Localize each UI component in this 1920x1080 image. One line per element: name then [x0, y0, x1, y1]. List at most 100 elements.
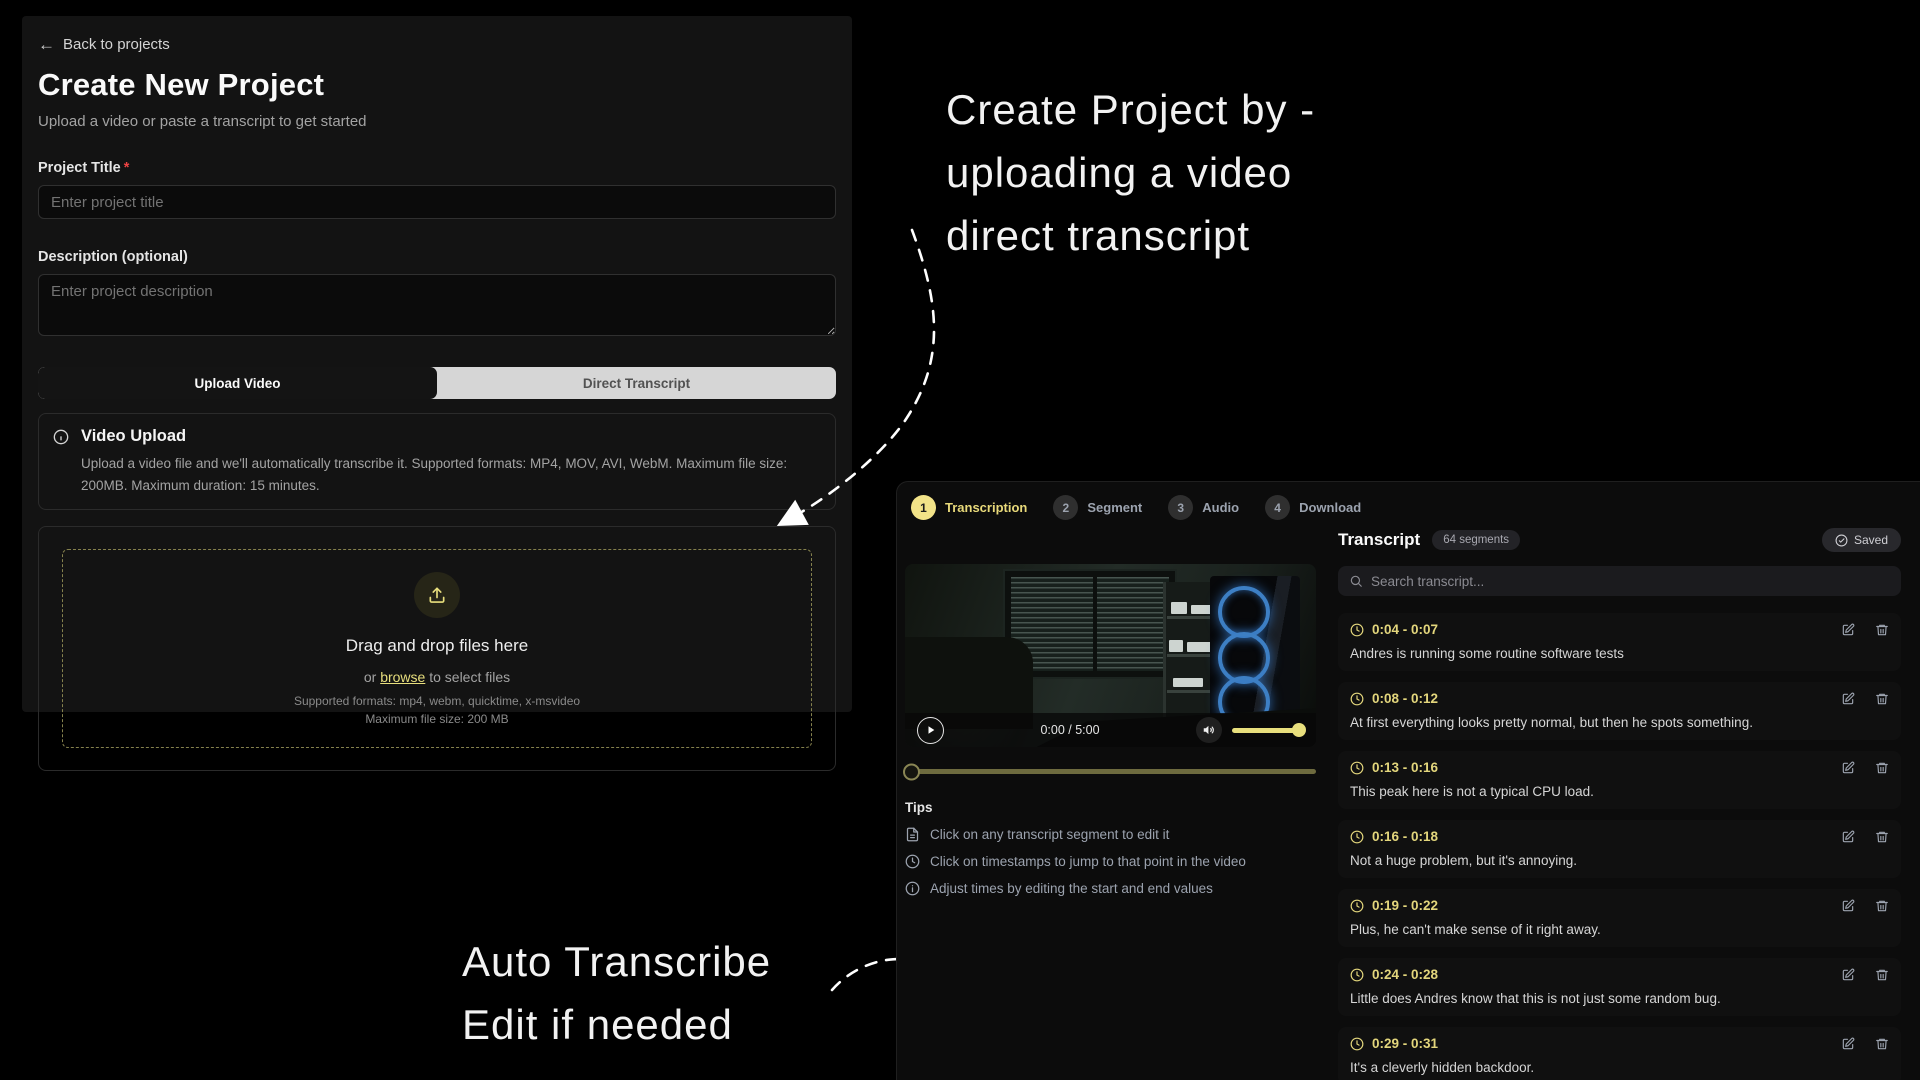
step-transcription[interactable]: 1 Transcription — [911, 495, 1027, 520]
delete-segment-button[interactable] — [1875, 830, 1889, 844]
segment-text: This peak here is not a typical CPU load… — [1350, 784, 1889, 799]
segments-count-badge: 64 segments — [1432, 530, 1520, 550]
dropzone-browse-line: or browse to select files — [364, 669, 510, 685]
time-display: 0:00 / 5:00 — [944, 723, 1196, 737]
dropzone-formats: Supported formats: mp4, webm, quicktime,… — [294, 694, 580, 708]
file-dropzone[interactable]: Drag and drop files here or browse to se… — [62, 549, 812, 748]
edit-segment-button[interactable] — [1841, 1037, 1855, 1051]
video-controls: 0:00 / 5:00 — [905, 713, 1316, 747]
edit-segment-button[interactable] — [1841, 761, 1855, 775]
tip-adjust-times: Adjust times by editing the start and en… — [905, 881, 1316, 896]
edit-segment-button[interactable] — [1841, 830, 1855, 844]
back-to-projects-link[interactable]: ← Back to projects — [38, 36, 836, 53]
segment-timestamp[interactable]: 0:08 - 0:12 — [1372, 691, 1438, 706]
required-asterisk: * — [124, 160, 130, 176]
delete-segment-button[interactable] — [1875, 1037, 1889, 1051]
delete-segment-button[interactable] — [1875, 761, 1889, 775]
delete-segment-button[interactable] — [1875, 623, 1889, 637]
delete-segment-button[interactable] — [1875, 968, 1889, 982]
tips-section: Tips Click on any transcript segment to … — [905, 800, 1316, 896]
transcript-segment[interactable]: 0:16 - 0:18 Not a huge problem, but it's… — [1338, 820, 1901, 878]
annotation-auto-transcribe: Auto Transcribe Edit if needed — [462, 930, 771, 1056]
saved-status-badge: Saved — [1822, 528, 1901, 552]
edit-segment-button[interactable] — [1841, 968, 1855, 982]
segment-text: Not a huge problem, but it's annoying. — [1350, 853, 1889, 868]
clock-icon — [1350, 899, 1364, 913]
video-upload-title: Video Upload — [81, 427, 821, 446]
volume-slider[interactable] — [1232, 728, 1304, 733]
clock-icon — [1350, 830, 1364, 844]
back-label: Back to projects — [63, 36, 170, 53]
step-download[interactable]: 4 Download — [1265, 495, 1361, 520]
seek-knob[interactable] — [903, 763, 920, 780]
delete-segment-button[interactable] — [1875, 899, 1889, 913]
upload-icon — [414, 572, 460, 618]
clock-icon — [1350, 623, 1364, 637]
play-button[interactable] — [917, 717, 944, 744]
tips-title: Tips — [905, 800, 1316, 815]
transcript-title: Transcript — [1338, 530, 1420, 550]
segment-timestamp[interactable]: 0:16 - 0:18 — [1372, 829, 1438, 844]
tab-direct-transcript[interactable]: Direct Transcript — [437, 367, 836, 399]
annotation-create-project: Create Project by - uploading a video di… — [946, 78, 1315, 267]
transcript-column: Transcript 64 segments Saved 0:04 - 0:07 — [1338, 528, 1901, 1080]
video-upload-info: Video Upload Upload a video file and we'… — [38, 413, 836, 510]
info-icon — [905, 881, 920, 896]
clock-icon — [1350, 692, 1364, 706]
segment-timestamp[interactable]: 0:29 - 0:31 — [1372, 1036, 1438, 1051]
transcript-search — [1338, 566, 1901, 596]
tip-jump-timestamp: Click on timestamps to jump to that poin… — [905, 854, 1316, 869]
workflow-steps: 1 Transcription 2 Segment 3 Audio 4 Down… — [911, 495, 1361, 520]
check-circle-icon — [1835, 534, 1848, 547]
segment-text: It's a cleverly hidden backdoor. — [1350, 1060, 1889, 1075]
clock-icon — [1350, 1037, 1364, 1051]
video-upload-description: Upload a video file and we'll automatica… — [81, 453, 821, 496]
project-title-input[interactable] — [38, 185, 836, 219]
step-segment[interactable]: 2 Segment — [1053, 495, 1142, 520]
input-mode-tabs: Upload Video Direct Transcript — [38, 367, 836, 399]
search-icon — [1349, 574, 1363, 588]
seek-slider[interactable] — [905, 769, 1316, 774]
tip-edit-segment: Click on any transcript segment to edit … — [905, 827, 1316, 842]
segment-timestamp[interactable]: 0:19 - 0:22 — [1372, 898, 1438, 913]
video-player-column: 0:00 / 5:00 Tips — [905, 564, 1316, 896]
edit-segment-button[interactable] — [1841, 692, 1855, 706]
transcript-segment[interactable]: 0:24 - 0:28 Little does Andres know that… — [1338, 958, 1901, 1016]
transcription-workspace-panel: 1 Transcription 2 Segment 3 Audio 4 Down… — [896, 481, 1920, 1080]
transcript-segment[interactable]: 0:04 - 0:07 Andres is running some routi… — [1338, 613, 1901, 671]
video-player[interactable]: 0:00 / 5:00 — [905, 564, 1316, 747]
create-project-panel: ← Back to projects Create New Project Up… — [22, 16, 852, 712]
search-input[interactable] — [1371, 574, 1890, 589]
document-icon — [905, 827, 920, 842]
segment-list: 0:04 - 0:07 Andres is running some routi… — [1338, 613, 1901, 1080]
transcript-segment[interactable]: 0:29 - 0:31 It's a cleverly hidden backd… — [1338, 1027, 1901, 1080]
description-textarea[interactable] — [38, 274, 836, 336]
segment-text: Andres is running some routine software … — [1350, 646, 1889, 661]
delete-segment-button[interactable] — [1875, 692, 1889, 706]
back-arrow-icon: ← — [38, 36, 55, 53]
transcript-segment[interactable]: 0:13 - 0:16 This peak here is not a typi… — [1338, 751, 1901, 809]
edit-segment-button[interactable] — [1841, 899, 1855, 913]
step-audio[interactable]: 3 Audio — [1168, 495, 1239, 520]
upload-container: Drag and drop files here or browse to se… — [38, 526, 836, 771]
transcript-segment[interactable]: 0:19 - 0:22 Plus, he can't make sense of… — [1338, 889, 1901, 947]
segment-timestamp[interactable]: 0:13 - 0:16 — [1372, 760, 1438, 775]
volume-knob[interactable] — [1292, 723, 1306, 737]
edit-segment-button[interactable] — [1841, 623, 1855, 637]
segment-timestamp[interactable]: 0:24 - 0:28 — [1372, 967, 1438, 982]
segment-text: Little does Andres know that this is not… — [1350, 991, 1889, 1006]
segment-text: Plus, he can't make sense of it right aw… — [1350, 922, 1889, 937]
page-title: Create New Project — [38, 67, 836, 103]
volume-icon[interactable] — [1196, 717, 1222, 743]
clock-icon — [1350, 761, 1364, 775]
dropzone-heading: Drag and drop files here — [346, 636, 528, 656]
segment-timestamp[interactable]: 0:04 - 0:07 — [1372, 622, 1438, 637]
clock-icon — [1350, 968, 1364, 982]
tab-upload-video[interactable]: Upload Video — [38, 367, 437, 399]
dropzone-max-size: Maximum file size: 200 MB — [365, 712, 508, 726]
description-label: Description (optional) — [38, 249, 836, 265]
project-title-label: Project Title* — [38, 160, 836, 176]
transcript-segment[interactable]: 0:08 - 0:12 At first everything looks pr… — [1338, 682, 1901, 740]
browse-link[interactable]: browse — [380, 669, 425, 685]
clock-icon — [905, 854, 920, 869]
